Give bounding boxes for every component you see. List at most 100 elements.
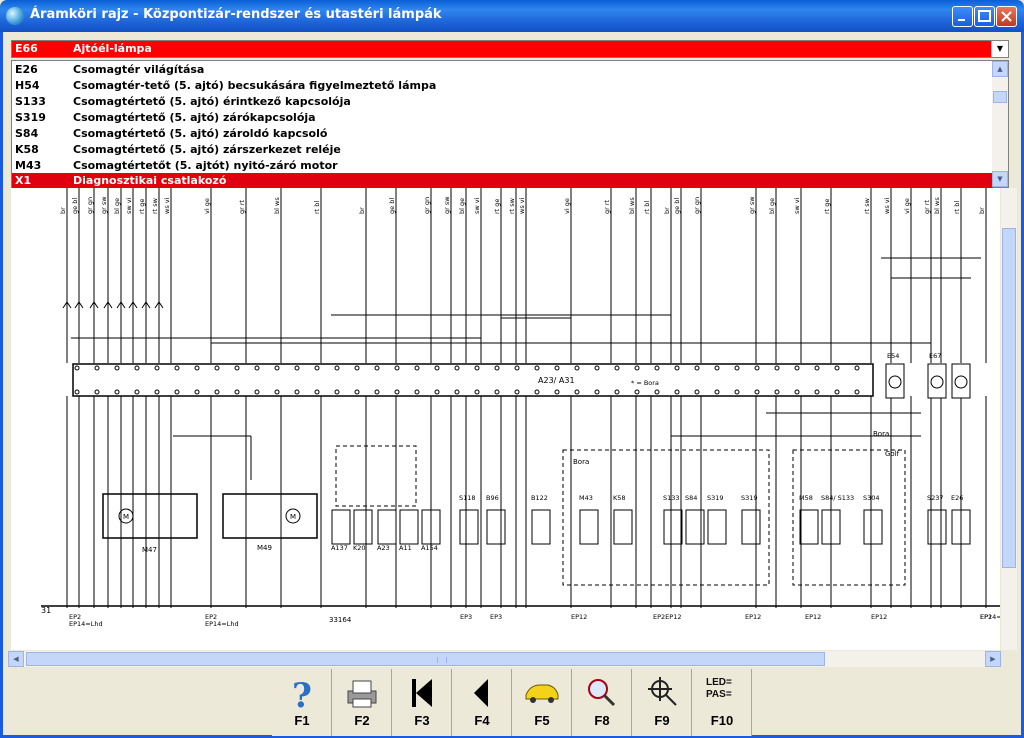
component-box (863, 509, 883, 545)
pin (374, 365, 380, 371)
wire-color-label: br (59, 207, 67, 214)
previous-page-button[interactable]: F4 (452, 669, 512, 736)
wire-color-label: bl ws (933, 197, 941, 214)
pin (774, 365, 780, 371)
module-box (222, 493, 318, 539)
component-label: M49 (257, 544, 272, 552)
component-label: S118 (459, 494, 476, 502)
wire-color-label: vi ge (563, 198, 571, 214)
component-label: B122 (531, 494, 548, 502)
wire-color-label: rt sw (151, 197, 159, 214)
ground-label: 31 (41, 606, 51, 615)
wire-color-label: gr gn (693, 197, 701, 214)
wire-color-label: ws vi (883, 197, 891, 214)
component-list[interactable]: E26 Csomagtér világítása H54 Csomagtér-tet… (11, 60, 1009, 189)
list-item[interactable]: H54 Csomagtér-tető (5. ajtó) becsukására … (12, 78, 993, 94)
pin (834, 365, 840, 371)
list-item[interactable]: M43 Csomagtértetőt (5. ajtót) nyitó-záró … (12, 158, 993, 174)
pin (654, 365, 660, 371)
pin (374, 389, 380, 395)
scroll-down-icon[interactable]: ▼ (992, 171, 1008, 187)
pin (434, 365, 440, 371)
pin (234, 389, 240, 395)
module-box (102, 493, 198, 539)
pin (214, 365, 220, 371)
ep-label: EP3 (460, 613, 472, 621)
pin (394, 389, 400, 395)
list-item[interactable]: S319 Csomagtértető (5. ajtó) zárókapcsoló… (12, 110, 993, 126)
ep-label: EP12 (745, 613, 761, 621)
wire-color-label: ge bl (71, 198, 79, 214)
close-button[interactable] (996, 6, 1017, 27)
chevron-down-icon[interactable]: ▼ (991, 41, 1008, 57)
maximize-button[interactable] (974, 6, 995, 27)
list-item-selected[interactable]: X1 Diagnosztikai csatlakozó (12, 173, 993, 189)
pin (354, 389, 360, 395)
wire-color-label: ge bl (388, 198, 396, 214)
pin (174, 365, 180, 371)
scroll-left-icon[interactable]: ◀ (8, 651, 24, 667)
component-label: E54 (887, 352, 899, 360)
pin (214, 389, 220, 395)
vehicle-button[interactable]: F5 (512, 669, 572, 736)
wire-color-label: gr rt (603, 199, 611, 214)
list-item[interactable]: E26 Csomagtér világítása (12, 62, 993, 78)
wire-color-label: gr rt (923, 199, 931, 214)
wire-color-label: bl ws (628, 197, 636, 214)
pin (94, 365, 100, 371)
pin (494, 365, 500, 371)
first-page-button[interactable]: F3 (392, 669, 452, 736)
motor-letter: M (123, 513, 129, 521)
list-item[interactable]: S133 Csomagtértető (5. ajtó) érintkező ka… (12, 94, 993, 110)
wire-color-label: bl ge (458, 198, 466, 214)
diagram-hscroll-thumb[interactable] (26, 652, 825, 666)
diagram-vscrollbar[interactable] (1001, 188, 1017, 650)
pin (694, 365, 700, 371)
locate-button[interactable]: F9 (632, 669, 692, 736)
component-dropdown[interactable]: E66 Ajtóél-lámpa ▼ (11, 40, 1009, 58)
search-button[interactable]: F8 (572, 669, 632, 736)
list-scrollbar[interactable]: ▲ ▼ (992, 61, 1008, 187)
diagram-hscrollbar[interactable]: ◀ ▶ (8, 651, 1001, 667)
component-box (613, 509, 633, 545)
wire-color-label: ge bl (673, 198, 681, 214)
list-item[interactable]: S84 Csomagtértető (5. ajtó) zároldó kapcs… (12, 126, 993, 142)
list-item[interactable]: K58 Csomagtértető (5. ajtó) zárszerkezet … (12, 142, 993, 158)
pin (294, 389, 300, 395)
scroll-right-icon[interactable]: ▶ (985, 651, 1001, 667)
pin (454, 365, 460, 371)
led-pas-button[interactable]: LED= PAS= F10 (692, 669, 752, 736)
component-box (707, 509, 727, 545)
pin (574, 389, 580, 395)
pin (434, 389, 440, 395)
pin (234, 365, 240, 371)
car-icon (525, 684, 559, 703)
component-box (486, 509, 506, 545)
pin (814, 389, 820, 395)
dashed-group (335, 445, 417, 507)
pin (394, 365, 400, 371)
pin (614, 389, 620, 395)
pin (334, 365, 340, 371)
wire-color-label: bl ge (113, 198, 121, 214)
pin (594, 365, 600, 371)
print-button[interactable]: F2 (332, 669, 392, 736)
harness-connector (72, 363, 874, 397)
pin (194, 389, 200, 395)
minimize-button[interactable] (952, 6, 973, 27)
component-box (741, 509, 761, 545)
wire-color-label: rt ge (138, 199, 146, 214)
pin (274, 389, 280, 395)
component-box (459, 509, 479, 545)
scroll-up-icon[interactable]: ▲ (992, 61, 1008, 77)
help-icon: ? (292, 676, 312, 713)
pin (414, 389, 420, 395)
pin (854, 389, 860, 395)
pin (134, 389, 140, 395)
wiring-diagram[interactable]: br ge bl gr gn gr sw bl ge sw vi rt ge rt sw ws … (11, 188, 1000, 650)
diagram-vscroll-thumb[interactable] (1002, 228, 1016, 568)
list-scroll-thumb[interactable] (993, 91, 1007, 103)
help-button[interactable]: ? F1 (272, 669, 332, 736)
component-box (579, 509, 599, 545)
ep-label: EP14=Lhd (69, 620, 103, 628)
